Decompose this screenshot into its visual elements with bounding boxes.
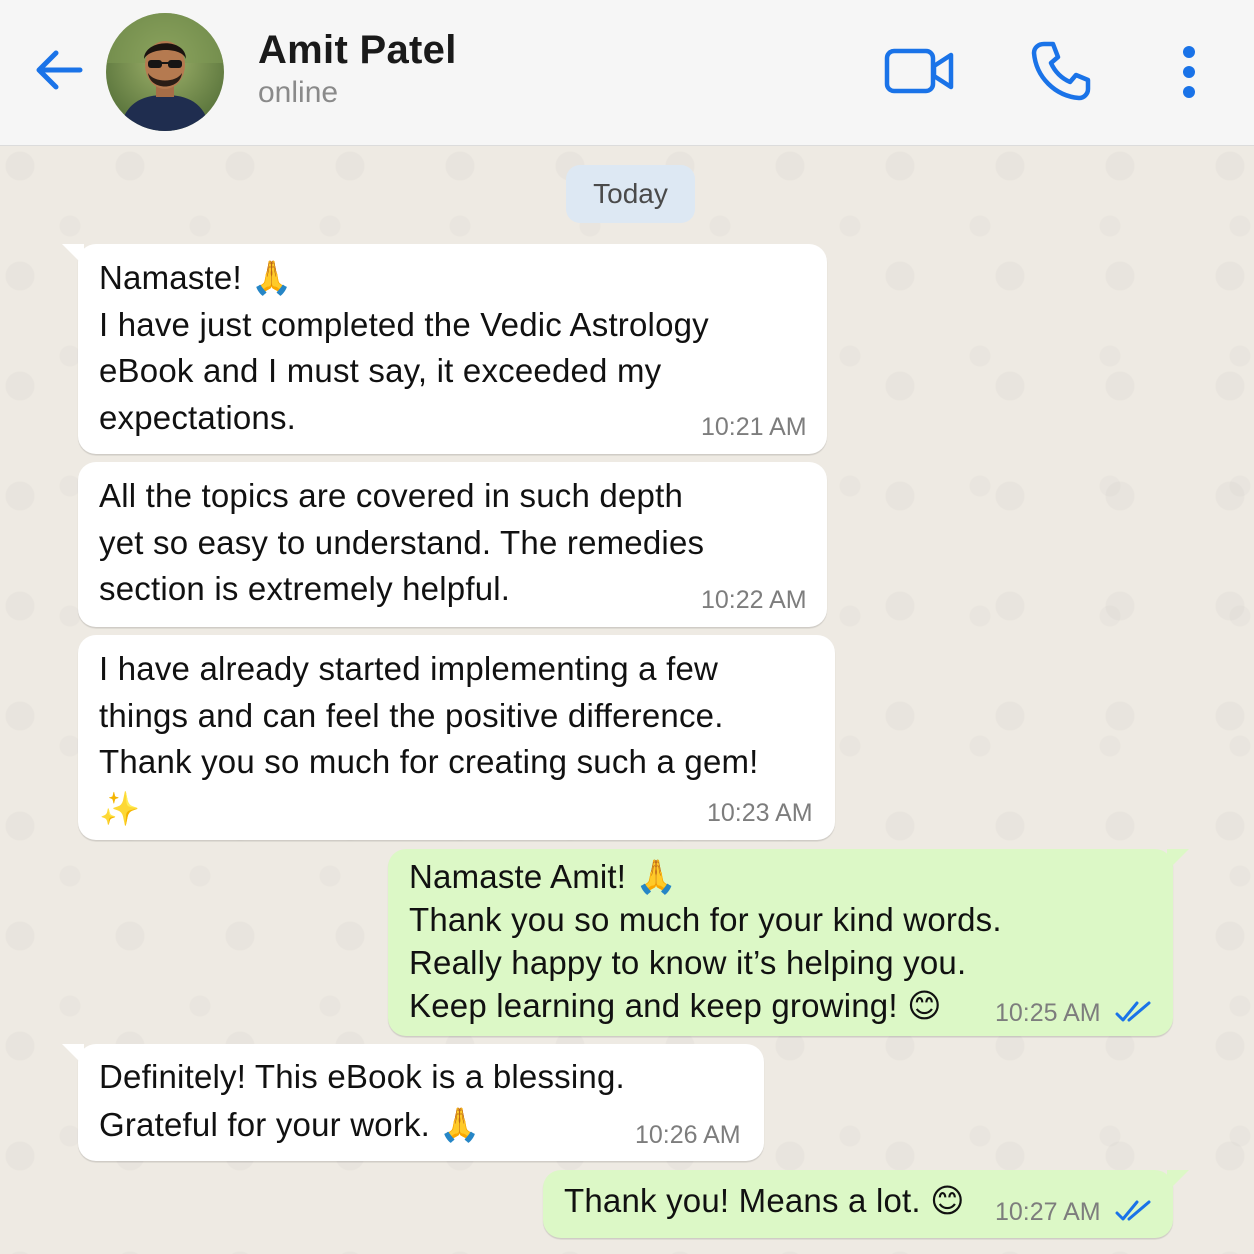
avatar[interactable] <box>106 13 224 131</box>
video-camera-icon <box>884 48 954 94</box>
message-text: Namaste! 🙏 I have just completed the Ved… <box>99 259 709 436</box>
message-text: Thank you! Means a lot. 😊 <box>564 1182 965 1219</box>
message-time: 10:26 AM <box>635 1121 741 1149</box>
message-time: 10:22 AM <box>701 586 807 614</box>
bubble-tail <box>1167 1170 1189 1192</box>
message-time: 10:21 AM <box>701 413 807 441</box>
message-text: I have already started implementing a fe… <box>99 650 759 827</box>
message-outgoing[interactable]: Thank you! Means a lot. 😊 10:27 AM <box>543 1170 1189 1238</box>
bubble-tail <box>1167 849 1189 871</box>
back-button[interactable] <box>28 40 88 100</box>
message-incoming[interactable]: I have already started implementing a fe… <box>78 635 835 840</box>
read-ticks-icon <box>1115 1200 1151 1221</box>
bubble-tail <box>62 1044 84 1066</box>
message-incoming[interactable]: All the topics are covered in such depth… <box>78 462 827 627</box>
message-time: 10:27 AM <box>995 1198 1101 1226</box>
message-time: 10:23 AM <box>707 799 813 827</box>
arrow-left-icon <box>36 50 83 90</box>
message-incoming[interactable]: Namaste! 🙏 I have just completed the Ved… <box>62 244 827 454</box>
video-call-button[interactable] <box>880 38 960 104</box>
message-text: Namaste Amit! 🙏 Thank you so much for yo… <box>409 858 1002 1024</box>
voice-call-button[interactable] <box>1026 36 1096 106</box>
message-outgoing[interactable]: Namaste Amit! 🙏 Thank you so much for yo… <box>388 849 1189 1036</box>
contact-name[interactable]: Amit Patel <box>258 28 457 73</box>
more-vertical-icon <box>1183 46 1195 98</box>
message-text: All the topics are covered in such depth… <box>99 477 705 607</box>
phone-icon <box>1031 41 1091 101</box>
bubble-tail <box>62 244 84 266</box>
chat-header: Amit Patel online <box>0 0 1254 146</box>
contact-status: online <box>258 76 339 109</box>
read-ticks-icon <box>1115 1001 1151 1022</box>
message-text: Definitely! This eBook is a blessing. Gr… <box>99 1058 625 1143</box>
message-incoming[interactable]: Definitely! This eBook is a blessing. Gr… <box>62 1044 764 1161</box>
date-divider: Today <box>566 165 695 223</box>
message-time: 10:25 AM <box>995 999 1101 1027</box>
more-options-button[interactable] <box>1168 36 1210 108</box>
